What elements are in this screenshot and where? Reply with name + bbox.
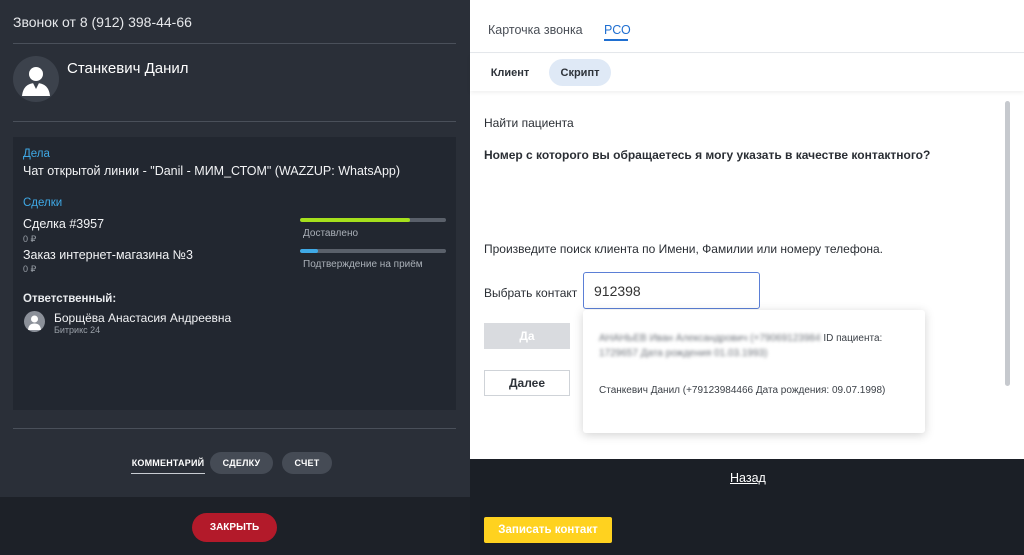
case-item[interactable]: Чат открытой линии - "Danil - МИМ_СТОМ" … [23,164,400,178]
responsible-name[interactable]: Борщёва Анастасия Андреевна [54,311,231,325]
deal-amount: 0 ₽ [23,264,37,274]
responsible-label: Ответственный: [23,293,117,305]
top-tabs: Карточка звонка РСО [470,0,1024,53]
divider [13,428,456,429]
responsible-company: Битрикс 24 [54,325,101,335]
scrollbar[interactable] [1005,101,1010,386]
divider [13,121,456,122]
tab-deal[interactable]: СДЕЛКУ [210,452,273,474]
next-button[interactable]: Далее [484,370,570,396]
cases-label: Дела [23,148,50,160]
deal-progress-bar [300,218,446,222]
responsible-avatar [24,311,45,332]
search-instruction: Произведите поиск клиента по Имени, Фами… [484,242,883,256]
tab-invoice[interactable]: СЧЕТ [282,452,332,474]
save-contact-button[interactable]: Записать контакт [484,517,612,543]
sub-tabs: Клиент Скрипт [470,54,1024,91]
tab-rso[interactable]: РСО [604,23,631,37]
script-question: Номер с которого вы обращаетесь я могу у… [484,148,931,162]
tab-comment[interactable]: КОММЕНТАРИЙ [131,452,205,474]
close-button[interactable]: ЗАКРЫТЬ [192,513,277,542]
deal-title[interactable]: Сделка #3957 [23,217,104,231]
script-panel: Карточка звонка РСО Клиент Скрипт Найти … [470,0,1024,555]
find-patient-heading: Найти пациента [484,116,574,130]
dropdown-option[interactable]: АНАНЬЕВ Иван Александрович (+79069123984… [599,331,914,361]
yes-button[interactable]: Да [484,323,570,349]
call-title: Звонок от 8 (912) 398-44-66 [13,14,192,30]
deal-status: Доставлено [303,228,359,239]
back-link[interactable]: Назад [730,471,766,485]
user-icon [22,67,50,96]
select-contact-label: Выбрать контакт [484,286,578,300]
active-tab-indicator [604,39,628,41]
user-icon [28,315,41,330]
tab-call-card[interactable]: Карточка звонка [488,23,583,37]
info-card: Дела Чат открытой линии - "Danil - МИМ_С… [13,137,456,410]
deals-label: Сделки [23,197,63,209]
subtab-script[interactable]: Скрипт [549,59,611,86]
deal-title[interactable]: Заказ интернет-магазина №3 [23,248,193,262]
contact-dropdown: АНАНЬЕВ Иван Александрович (+79069123984… [583,310,925,433]
contact-search-input[interactable]: 912398 [583,272,760,309]
dropdown-option[interactable]: Станкевич Данил (+79123984466 Дата рожде… [599,383,885,398]
deal-progress-bar [300,249,446,253]
subtab-client[interactable]: Клиент [482,59,538,86]
call-panel: Звонок от 8 (912) 398-44-66 Станкевич Да… [0,0,470,555]
deal-amount: 0 ₽ [23,234,37,244]
deal-status: Подтверждение на приём [303,259,423,270]
divider [13,43,456,44]
contact-avatar [13,56,59,102]
contact-name[interactable]: Станкевич Данил [67,60,188,77]
